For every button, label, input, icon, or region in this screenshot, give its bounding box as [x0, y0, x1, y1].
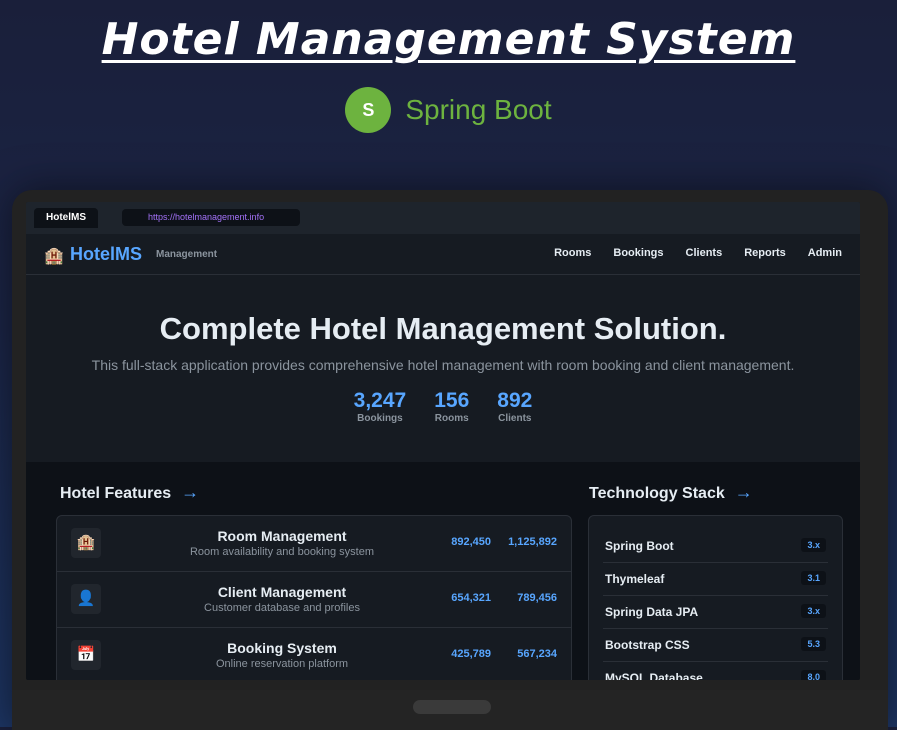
- stat-label: Clients: [498, 413, 532, 424]
- version-badge: 3.x: [801, 604, 826, 618]
- feature-title: Client Management: [217, 584, 347, 600]
- tech-name: Spring Boot: [605, 539, 674, 553]
- tech-name: Spring Data JPA: [605, 605, 699, 619]
- page-title: Hotel Management System: [101, 14, 796, 65]
- feature-row[interactable]: 🏨 Room Management Room availability and …: [57, 516, 571, 572]
- feature-title: Booking System: [227, 640, 337, 656]
- nav-links: Rooms Bookings Clients Reports Admin: [554, 247, 842, 259]
- hero-subtitle: This full-stack application provides com…: [91, 357, 795, 373]
- stat-label: Rooms: [434, 413, 469, 424]
- tech-row: MySQL Database 8.0: [603, 662, 828, 680]
- stat-rooms: 156 Rooms: [434, 389, 469, 424]
- stat-value: 892: [497, 389, 533, 412]
- browser-tab[interactable]: HotelMS: [34, 208, 98, 228]
- stat-clients: 892 Clients: [497, 389, 532, 424]
- nav-link-rooms[interactable]: Rooms: [554, 247, 591, 259]
- spring-boot-badge: S Spring Boot: [0, 87, 897, 133]
- stats-row: 3,247 Bookings 156 Rooms 892 Clients: [26, 389, 860, 424]
- feature-title: Room Management: [217, 528, 347, 544]
- version-badge: 8.0: [801, 670, 826, 680]
- version-badge: 3.1: [801, 571, 826, 585]
- feature-row[interactable]: 👤 Client Management Customer database an…: [57, 572, 571, 628]
- feature-desc: Room availability and booking system: [189, 546, 375, 558]
- nav-link-bookings[interactable]: Bookings: [613, 247, 663, 259]
- feature-desc: Online reservation platform: [215, 658, 349, 670]
- tech-name: MySQL Database: [605, 671, 703, 680]
- stat-value: 3,247: [353, 389, 407, 412]
- feature-value-1: 654,321: [451, 592, 491, 604]
- browser-bar: HotelMS https://hotelmanagement.info: [26, 202, 860, 234]
- tech-row: Spring Data JPA 3.x: [603, 596, 828, 629]
- tech-title: Technology Stack: [589, 485, 725, 502]
- hero-title: Complete Hotel Management Solution.: [159, 311, 727, 346]
- feature-value-1: 425,789: [451, 648, 491, 660]
- stat-bookings: 3,247 Bookings: [354, 389, 407, 424]
- content-section: Hotel Features → 🏨 Room Management Room a…: [26, 462, 860, 680]
- tech-row: Spring Boot 3.x: [603, 530, 828, 563]
- feature-value-2: 1,125,892: [508, 536, 557, 548]
- arrow-right-icon[interactable]: →: [181, 482, 199, 502]
- tech-row: Bootstrap CSS 5.3: [603, 629, 828, 662]
- version-badge: 3.x: [801, 538, 826, 552]
- url-bar[interactable]: https://hotelmanagement.info: [122, 209, 300, 226]
- features-heading[interactable]: Hotel Features →: [60, 482, 199, 503]
- features-title: Hotel Features: [60, 485, 172, 502]
- brand-subtitle: Management: [156, 249, 218, 260]
- laptop-frame: HotelMS https://hotelmanagement.info 🏨 H…: [12, 190, 888, 730]
- tech-name: Bootstrap CSS: [605, 638, 690, 652]
- feature-value-2: 567,234: [517, 648, 557, 660]
- nav-link-clients[interactable]: Clients: [686, 247, 723, 259]
- spring-boot-label: Spring Boot: [405, 94, 552, 125]
- features-list: 🏨 Room Management Room availability and …: [56, 515, 572, 680]
- stat-label: Bookings: [357, 413, 403, 424]
- tech-name: Thymeleaf: [605, 572, 665, 586]
- version-badge: 5.3: [801, 637, 826, 651]
- hotel-icon: 🏨: [71, 528, 101, 558]
- navbar: 🏨 HotelMS Management Rooms Bookings Clie…: [26, 234, 860, 275]
- spring-boot-logo-icon: S: [345, 87, 392, 133]
- tech-row: Thymeleaf 3.1: [603, 563, 828, 596]
- hotel-logo-icon: 🏨: [44, 248, 64, 265]
- feature-value-2: 789,456: [517, 592, 557, 604]
- laptop-screen: HotelMS https://hotelmanagement.info 🏨 H…: [26, 202, 860, 680]
- tech-stack-list: Spring Boot 3.x Thymeleaf 3.1 Spring Dat…: [588, 515, 843, 680]
- feature-row[interactable]: 📅 Booking System Online reservation plat…: [57, 628, 571, 680]
- trackpad: [413, 700, 491, 714]
- calendar-icon: 📅: [71, 640, 101, 670]
- nav-link-admin[interactable]: Admin: [808, 247, 842, 259]
- feature-desc: Customer database and profiles: [204, 602, 360, 614]
- tech-heading[interactable]: Technology Stack →: [589, 482, 753, 503]
- hero-section: Complete Hotel Management Solution. This…: [26, 275, 860, 463]
- stat-value: 156: [434, 389, 470, 412]
- client-icon: 👤: [71, 584, 101, 614]
- feature-value-1: 892,450: [451, 536, 491, 548]
- nav-link-reports[interactable]: Reports: [744, 247, 786, 259]
- brand-name[interactable]: HotelMS: [70, 244, 142, 265]
- arrow-right-icon[interactable]: →: [735, 482, 753, 502]
